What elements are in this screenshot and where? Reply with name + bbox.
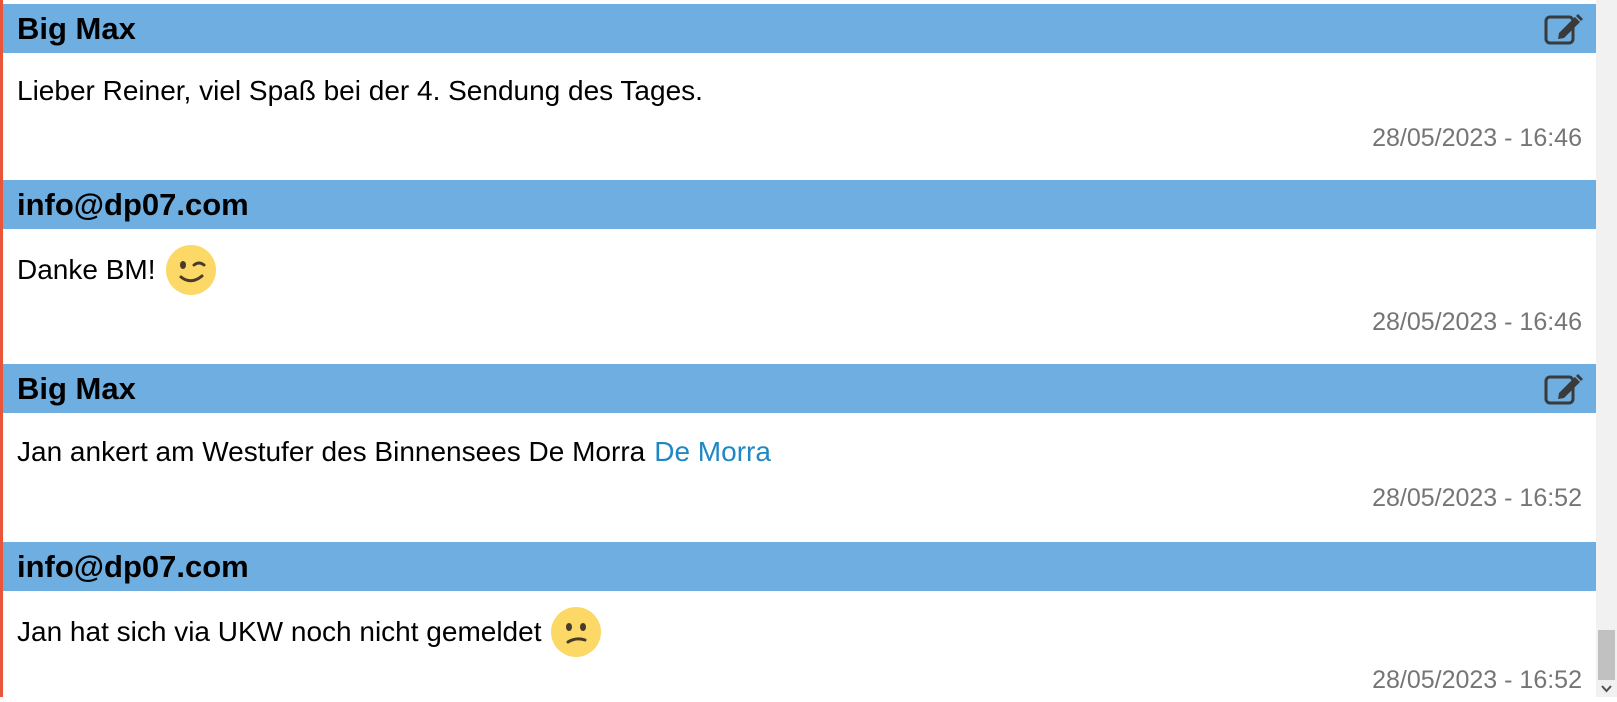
message-body: Danke BM!	[3, 242, 217, 298]
message-item: Big Max Lieber Reiner, viel Spaß bei der…	[3, 4, 1596, 154]
message-body: Lieber Reiner, viel Spaß bei der 4. Send…	[3, 73, 703, 109]
message-timestamp: 28/05/2023 - 16:46	[1372, 124, 1582, 152]
scroll-down-arrow-icon[interactable]	[1596, 680, 1617, 697]
message-feed: Big Max Lieber Reiner, viel Spaß bei der…	[3, 0, 1596, 697]
message-header: Big Max	[3, 4, 1596, 53]
message-header: Big Max	[3, 364, 1596, 413]
message-timestamp: 28/05/2023 - 16:52	[1372, 484, 1582, 512]
message-author: Big Max	[17, 370, 136, 406]
message-author: info@dp07.com	[17, 186, 249, 222]
message-timestamp: 28/05/2023 - 16:52	[1372, 666, 1582, 694]
message-body: Jan ankert am Westufer des Binnensees De…	[3, 434, 771, 470]
message-item: Big Max Jan ankert am Westufer des Binne…	[3, 364, 1596, 514]
message-text: Jan ankert am Westufer des Binnensees De…	[17, 436, 646, 467]
vertical-scrollbar[interactable]	[1596, 0, 1617, 697]
wink-emoji-icon	[165, 244, 217, 296]
message-text: Danke BM!	[17, 254, 156, 285]
message-author: Big Max	[17, 10, 136, 46]
message-item: info@dp07.com Danke BM! 28/05/2023 - 16:…	[3, 180, 1596, 336]
message-header: info@dp07.com	[3, 542, 1596, 591]
message-text: Jan hat sich via UKW noch nicht gemeldet	[17, 616, 542, 647]
message-text: Lieber Reiner, viel Spaß bei der 4. Send…	[17, 75, 703, 106]
confused-emoji-icon	[550, 606, 602, 658]
message-link[interactable]: De Morra	[654, 436, 771, 468]
message-header: info@dp07.com	[3, 180, 1596, 229]
edit-icon[interactable]	[1544, 12, 1584, 46]
edit-icon[interactable]	[1544, 372, 1584, 406]
scrollbar-thumb[interactable]	[1598, 630, 1615, 680]
message-author: info@dp07.com	[17, 548, 249, 584]
message-body: Jan hat sich via UKW noch nicht gemeldet	[3, 604, 602, 660]
message-item: info@dp07.com Jan hat sich via UKW noch …	[3, 542, 1596, 694]
message-timestamp: 28/05/2023 - 16:46	[1372, 308, 1582, 336]
